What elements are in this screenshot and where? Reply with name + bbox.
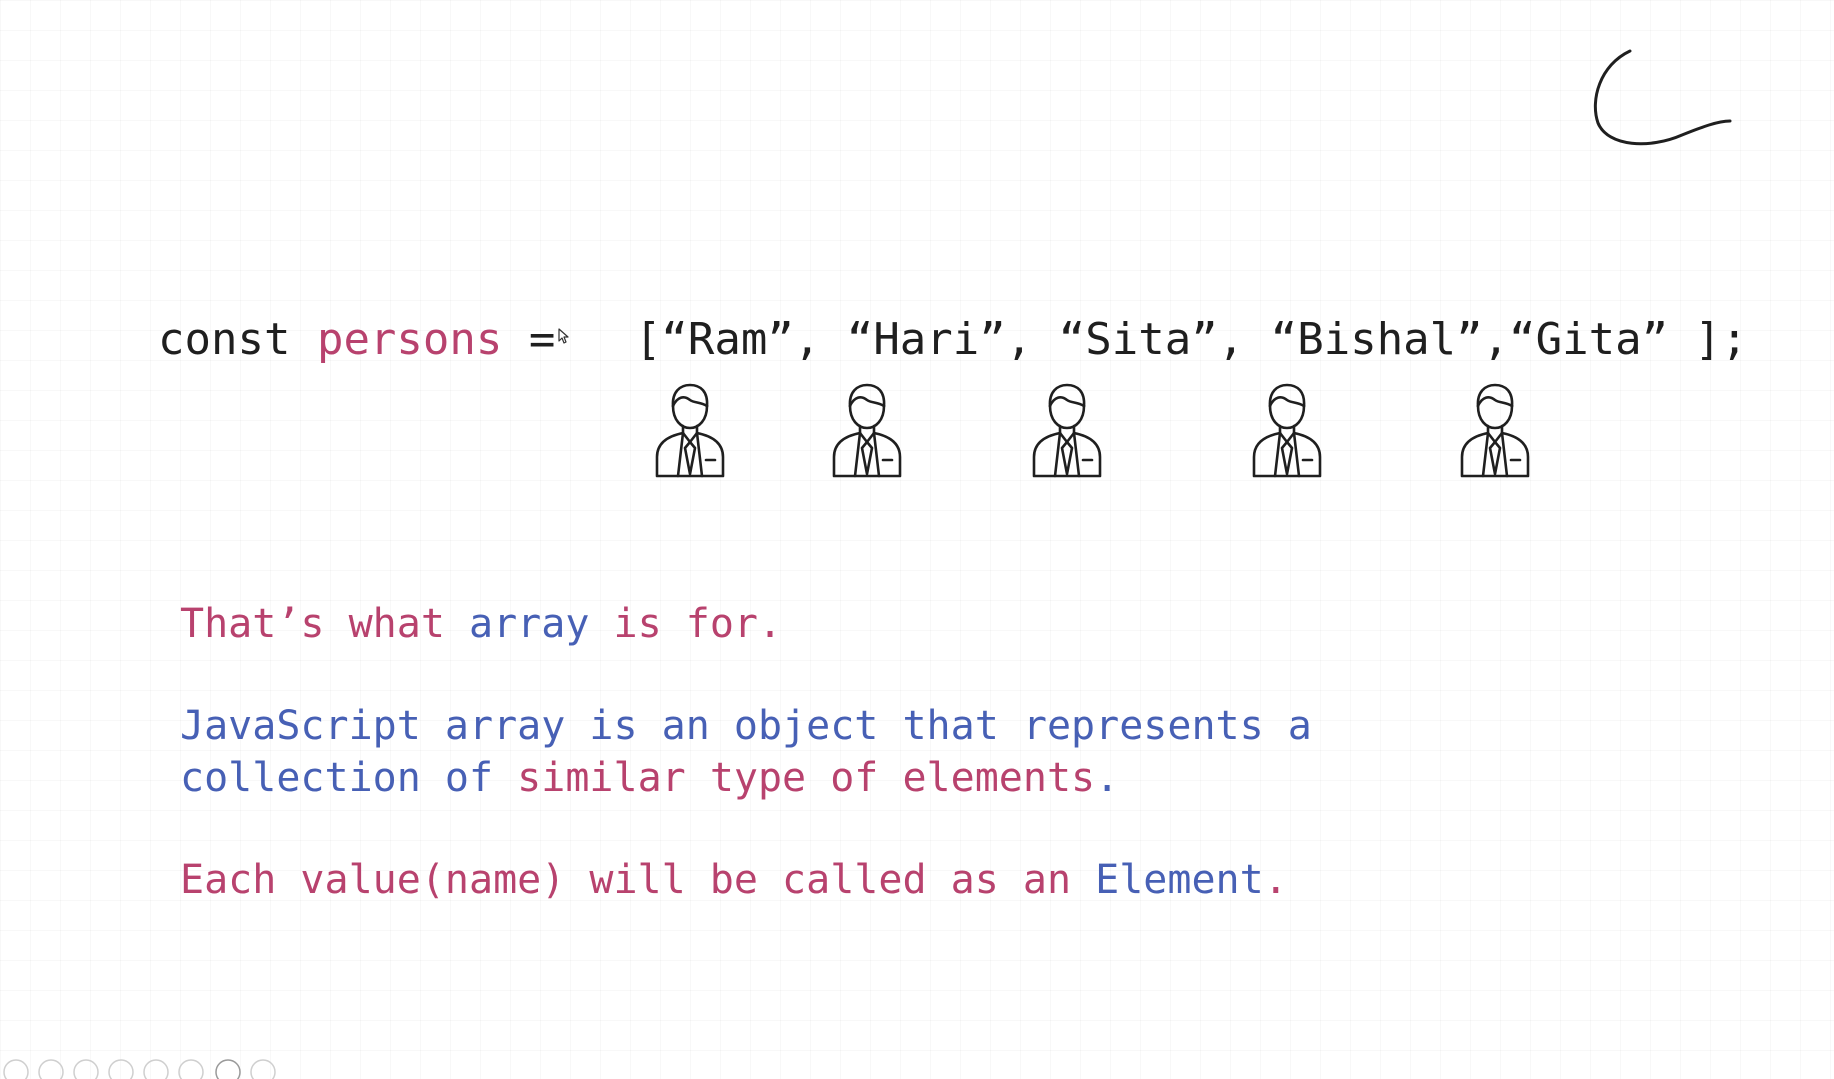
code-keyword: const	[158, 314, 291, 365]
person-icons-row	[0, 380, 1834, 490]
businessman-icon	[827, 380, 907, 480]
text-segment: .	[1263, 857, 1288, 903]
description-line-2: JavaScript array is an object that repre…	[180, 700, 1312, 804]
text-highlight-element: Element	[1095, 857, 1264, 903]
code-operator: =	[528, 314, 556, 365]
code-separator: ,	[1005, 314, 1033, 365]
code-separator: ,	[1482, 314, 1510, 365]
code-close: ];	[1668, 314, 1748, 365]
description-line-3: Each value(name) will be called as an El…	[180, 854, 1288, 906]
code-line: const persons = [“Ram”, “Hari”, “Sita”, …	[158, 312, 1748, 368]
code-variable: persons	[316, 314, 503, 365]
pen-scribble	[1593, 49, 1732, 146]
text-segment: collection of	[180, 755, 518, 801]
mouse-cursor-icon	[558, 328, 569, 344]
code-separator: ,	[1217, 314, 1245, 365]
toolbar-dots	[3, 1059, 276, 1079]
text-segment: is for.	[589, 601, 783, 647]
whiteboard-canvas[interactable]: const persons = [“Ram”, “Hari”, “Sita”, …	[0, 0, 1834, 1079]
description-line-1: That’s what array is for.	[180, 598, 782, 650]
text-segment: .	[1095, 755, 1120, 801]
text-highlight-similar-elements: similar type of elements	[517, 755, 1096, 801]
businessman-icon	[1455, 380, 1535, 480]
text-highlight-array: array	[468, 601, 590, 647]
businessman-icon	[650, 380, 730, 480]
businessman-icon	[1027, 380, 1107, 480]
code-separator: ,	[793, 314, 821, 365]
code-name-gita: “Gita”	[1509, 314, 1669, 365]
code-name-sita: “Sita”	[1058, 314, 1218, 365]
code-name-ram: “Ram”	[661, 314, 794, 365]
code-name-bishal: “Bishal”	[1270, 314, 1483, 365]
code-open-bracket: [	[634, 314, 662, 365]
code-name-hari: “Hari”	[846, 314, 1006, 365]
text-segment: JavaScript array is an object that repre…	[180, 703, 1312, 749]
text-segment: Each value(name) will be called as an	[180, 857, 1096, 903]
text-segment: That’s what	[180, 601, 469, 647]
businessman-icon	[1247, 380, 1327, 480]
